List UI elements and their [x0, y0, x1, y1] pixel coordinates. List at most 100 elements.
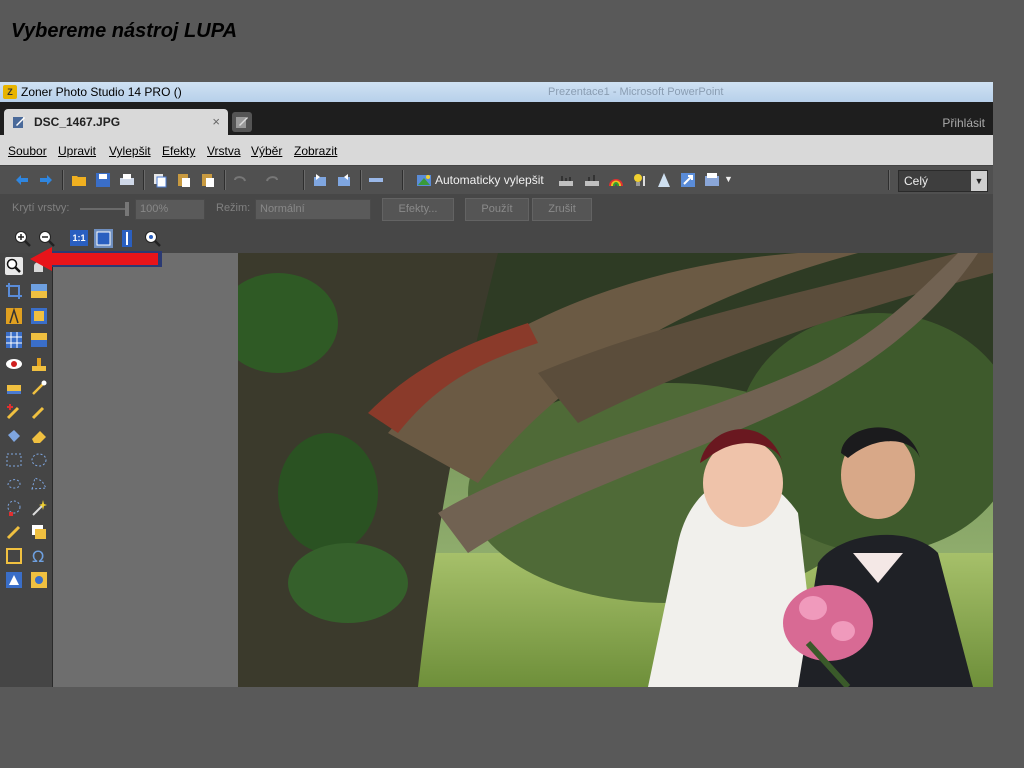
- grid-icon: [6, 332, 22, 348]
- rotate-right-icon[interactable]: [336, 172, 352, 188]
- watermark-tool[interactable]: [30, 571, 48, 589]
- open-folder-icon[interactable]: [71, 172, 87, 188]
- tab-close-icon[interactable]: ×: [212, 114, 220, 129]
- undo-icon[interactable]: [232, 172, 248, 188]
- color-rainbow-icon[interactable]: [608, 172, 624, 188]
- stamp-tool[interactable]: [30, 355, 48, 373]
- fill-tool[interactable]: [5, 427, 23, 445]
- canvas-tool[interactable]: [30, 331, 48, 349]
- zoom-in-icon[interactable]: [14, 230, 31, 247]
- fullscreen-icon[interactable]: [368, 172, 384, 188]
- sharpen-icon[interactable]: [656, 172, 672, 188]
- levels-icon[interactable]: [558, 172, 574, 188]
- healing-tool[interactable]: [5, 379, 23, 397]
- toolbar-separator: [402, 170, 404, 190]
- magic-wand-tool[interactable]: [30, 499, 48, 517]
- export-icon[interactable]: [704, 172, 720, 188]
- menu-efekty[interactable]: Efekty: [162, 144, 195, 158]
- zoom-1-1-button[interactable]: 1:1: [70, 230, 88, 246]
- tab-bar: DSC_1467.JPG × Přihlásit: [0, 102, 993, 135]
- effects-button[interactable]: Efekty...: [382, 198, 454, 221]
- edit-document-icon: [13, 117, 25, 128]
- back-arrow-icon[interactable]: [14, 172, 30, 188]
- fit-window-icon[interactable]: [94, 229, 113, 248]
- new-tab-button[interactable]: [232, 112, 252, 132]
- distortion-tool[interactable]: [5, 331, 23, 349]
- fit-height-icon[interactable]: [120, 230, 134, 247]
- tab-document[interactable]: DSC_1467.JPG ×: [4, 109, 228, 135]
- light-bulb-icon[interactable]: [632, 172, 648, 188]
- auto-enhance-icon[interactable]: [416, 172, 432, 188]
- stamp-icon: [32, 358, 46, 371]
- paste-icon[interactable]: [176, 172, 192, 188]
- opacity-slider-handle[interactable]: [125, 202, 129, 216]
- zoom-out-icon[interactable]: [38, 230, 55, 247]
- polygon-lasso-icon: [31, 477, 47, 490]
- cancel-button[interactable]: Zrušit: [532, 198, 592, 221]
- menu-zobrazit[interactable]: Zobrazit: [294, 144, 337, 158]
- crop-tool[interactable]: [5, 282, 23, 300]
- perspective-tool[interactable]: [5, 307, 23, 325]
- layers-icon: [32, 525, 46, 539]
- eraser-icon: [32, 431, 46, 443]
- work-area: Ω: [0, 253, 993, 687]
- menu-soubor[interactable]: Soubor: [8, 144, 47, 158]
- tool-panel: Ω: [0, 253, 53, 687]
- chevron-down-icon[interactable]: ▼: [971, 171, 987, 191]
- mode-label: Režim:: [216, 202, 251, 214]
- magnet-lasso-icon: [7, 500, 21, 516]
- zoom-settings-icon[interactable]: [144, 230, 161, 247]
- mode-value: Normální: [260, 203, 305, 215]
- menu-vyber[interactable]: Výběr: [251, 144, 282, 158]
- bandage-icon: [7, 385, 21, 394]
- frame-icon: [31, 308, 47, 324]
- frame-tool[interactable]: [30, 307, 48, 325]
- rect-select-tool[interactable]: [5, 451, 23, 469]
- redo-icon[interactable]: [264, 172, 280, 188]
- new-tab-icon: [236, 117, 248, 128]
- text-frame-icon: [6, 548, 22, 564]
- mode-select[interactable]: Normální: [255, 199, 371, 220]
- ellipse-select-tool[interactable]: [30, 451, 48, 469]
- brush-icon: [31, 406, 45, 420]
- zoom-tool[interactable]: [5, 257, 23, 275]
- slide-title: Vybereme nástroj LUPA: [11, 20, 238, 42]
- selection-brush-tool[interactable]: [5, 523, 23, 541]
- magnetic-lasso-tool[interactable]: [5, 499, 23, 517]
- export-dropdown-icon[interactable]: ▼: [724, 174, 733, 184]
- toolbar-separator: [62, 170, 64, 190]
- clone-tool[interactable]: [5, 403, 23, 421]
- print-icon[interactable]: [119, 172, 135, 188]
- layer-toolbar: Krytí vrstvy: 100% Režim: Normální Efekt…: [0, 194, 993, 223]
- eraser-tool[interactable]: [30, 427, 48, 445]
- menu-upravit[interactable]: Upravit: [58, 144, 96, 158]
- zoom-select[interactable]: Celý ▼: [898, 170, 988, 192]
- rotate-left-icon[interactable]: [312, 172, 328, 188]
- lasso-tool[interactable]: [5, 475, 23, 493]
- login-link[interactable]: Přihlásit: [942, 116, 985, 130]
- retouch-tool[interactable]: [30, 379, 48, 397]
- save-icon[interactable]: [95, 172, 111, 188]
- photo-canvas[interactable]: [238, 253, 993, 687]
- opacity-slider[interactable]: [80, 208, 128, 210]
- text-tool[interactable]: [5, 547, 23, 565]
- forward-arrow-icon[interactable]: [38, 172, 54, 188]
- opacity-value: 100%: [140, 203, 169, 215]
- menu-vylepsit[interactable]: Vylepšit: [109, 144, 151, 158]
- histogram-icon[interactable]: [584, 172, 600, 188]
- brush-tool[interactable]: [30, 403, 48, 421]
- shape-tool[interactable]: [5, 571, 23, 589]
- auto-enhance-label[interactable]: Automaticky vylepšit: [435, 173, 544, 187]
- triangle-shape-icon: [6, 572, 22, 588]
- menu-vrstva[interactable]: Vrstva: [207, 144, 241, 158]
- red-eye-tool[interactable]: [5, 355, 23, 373]
- polygon-lasso-tool[interactable]: [30, 475, 48, 493]
- opacity-field[interactable]: 100%: [135, 199, 205, 220]
- symbol-tool[interactable]: Ω: [30, 547, 48, 566]
- paste-new-icon[interactable]: [200, 172, 216, 188]
- apply-button[interactable]: Použít: [465, 198, 529, 221]
- copy-icon[interactable]: [152, 172, 168, 188]
- straighten-tool[interactable]: [30, 282, 48, 300]
- layer-tool[interactable]: [30, 523, 48, 541]
- resize-icon[interactable]: [680, 172, 696, 188]
